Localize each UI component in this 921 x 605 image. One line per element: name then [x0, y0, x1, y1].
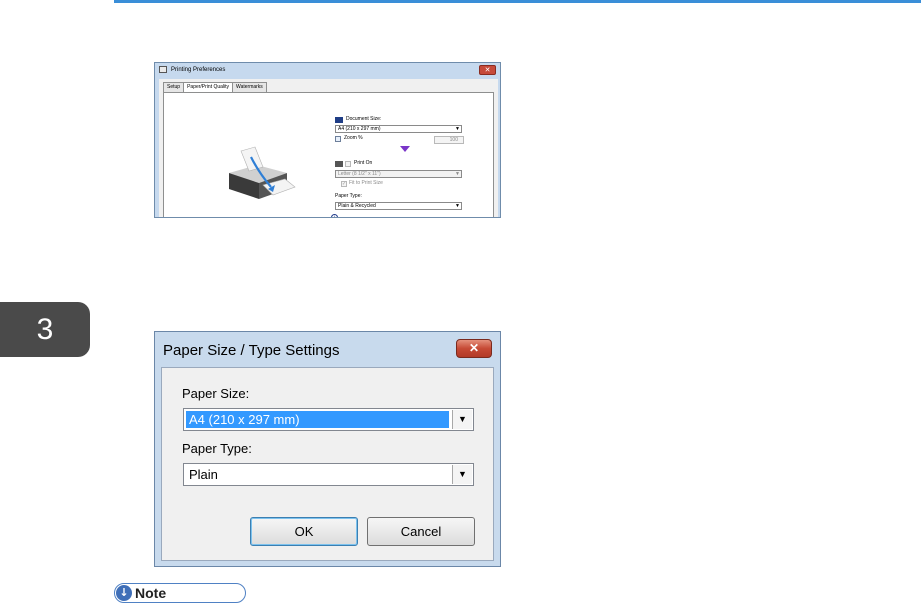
printing-preferences-titlebar: Printing Preferences ✕	[155, 63, 500, 77]
document-size-select[interactable]: A4 (210 x 297 mm) ▼	[335, 125, 462, 133]
paper-size-label: Paper Size:	[182, 386, 250, 401]
paper-type-select[interactable]: Plain ▼	[183, 463, 474, 486]
paper-type-select[interactable]: Plain & Recycled ▼	[335, 202, 462, 210]
print-on-select[interactable]: Letter (8 1/2" x 11") ▼	[335, 170, 462, 178]
document-size-value: A4 (210 x 297 mm)	[338, 126, 381, 132]
document-size-label: Document Size:	[346, 116, 382, 122]
document-size-icon	[335, 117, 343, 123]
ok-button[interactable]: OK	[250, 517, 358, 546]
cancel-button[interactable]: Cancel	[367, 517, 475, 546]
close-icon[interactable]: ✕	[456, 339, 492, 358]
note-label: Note	[135, 585, 167, 601]
chevron-down-icon: ▼	[452, 465, 472, 484]
print-on-checkbox[interactable]	[345, 161, 351, 167]
paper-type-label: Paper Type:	[335, 193, 362, 199]
zoom-checkbox[interactable]	[335, 136, 341, 142]
paper-size-type-dialog: Paper Size / Type Settings ✕ Paper Size:…	[154, 331, 501, 567]
printing-preferences-title: Printing Preferences	[171, 67, 226, 73]
paper-size-select[interactable]: A4 (210 x 297 mm) ▼	[183, 408, 474, 431]
info-icon: i	[331, 214, 338, 217]
chapter-tab: 3	[0, 302, 90, 357]
paper-size-value: A4 (210 x 297 mm)	[186, 411, 449, 428]
paper-type-value: Plain & Recycled	[338, 203, 376, 209]
arrow-down-icon	[400, 146, 410, 152]
chevron-down-icon: ▼	[452, 410, 472, 429]
close-icon[interactable]: ✕	[479, 65, 496, 75]
fit-to-print-size-checkbox[interactable]: ✓	[341, 181, 347, 187]
chevron-down-icon: ▼	[455, 203, 460, 209]
note-badge: ↓ Note	[114, 583, 246, 603]
printer-illustration-icon	[229, 146, 296, 199]
dialog-title: Paper Size / Type Settings	[163, 342, 340, 359]
print-on-label: Print On	[354, 160, 373, 166]
fit-to-print-size-label: Fit to Print Size	[349, 180, 383, 186]
paper-type-value: Plain	[189, 467, 218, 482]
printing-preferences-window: Printing Preferences ✕ Setup Paper/Print…	[154, 62, 501, 218]
paper-type-label: Paper Type:	[182, 441, 252, 456]
arrow-down-circle-icon: ↓	[116, 585, 132, 601]
printing-preferences-body: Setup Paper/Print Quality Watermarks Doc…	[159, 79, 498, 217]
chevron-down-icon: ▼	[455, 126, 460, 132]
header-rule	[114, 0, 921, 3]
chevron-down-icon: ▼	[455, 171, 460, 177]
zoom-spinner[interactable]: 100	[434, 136, 464, 144]
paper-print-quality-panel: Document Size: A4 (210 x 297 mm) ▼ Zoom …	[163, 92, 494, 217]
printer-window-icon	[159, 66, 167, 73]
zoom-label: Zoom %	[344, 135, 363, 141]
print-on-icon	[335, 161, 343, 167]
print-on-value: Letter (8 1/2" x 11")	[338, 171, 381, 177]
